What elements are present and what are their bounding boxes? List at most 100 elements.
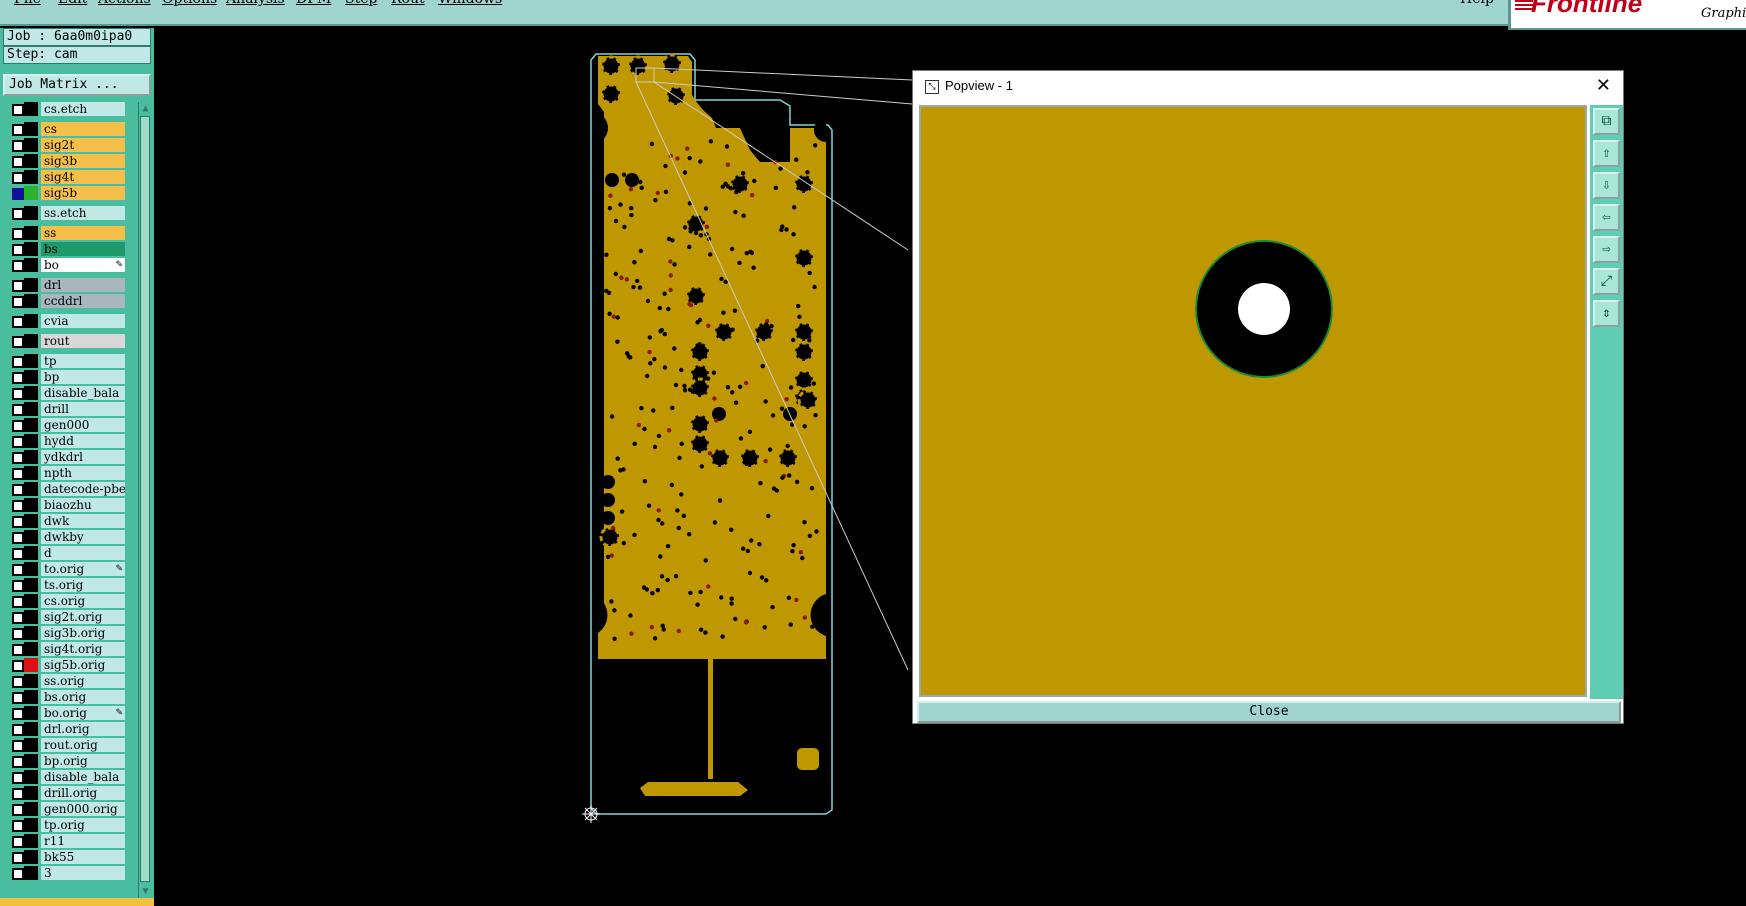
via-dot <box>605 554 611 560</box>
via-dot <box>668 287 673 293</box>
via-dot <box>764 578 769 583</box>
via-dot <box>649 625 655 630</box>
via-dot <box>697 342 702 347</box>
via-dot <box>618 468 623 473</box>
drill-hole <box>599 526 621 548</box>
via-dot <box>732 308 738 313</box>
via-dot <box>604 288 609 294</box>
via-dot <box>797 314 802 319</box>
zoom-window-icon[interactable]: ⧉ <box>1593 108 1620 135</box>
popview-canvas[interactable] <box>919 105 1587 697</box>
via-dot <box>679 367 684 373</box>
via-dot <box>769 323 774 329</box>
via-dot <box>770 413 776 418</box>
large-pad <box>712 407 726 421</box>
via-dot <box>668 259 673 264</box>
fit-all-icon[interactable]: ⤢ <box>1593 268 1620 295</box>
popview-titlebar[interactable]: ⤡ Popview - 1 ✕ <box>913 71 1623 103</box>
drill-hole <box>793 369 815 391</box>
large-pad <box>601 475 615 489</box>
large-pad <box>601 493 615 507</box>
via-dot <box>738 436 744 441</box>
via-dot <box>621 541 627 546</box>
via-dot <box>665 577 670 583</box>
via-dot <box>612 636 617 641</box>
via-dot <box>663 189 669 194</box>
drill-hole <box>793 321 815 343</box>
via-dot <box>650 591 655 596</box>
drill-hole <box>600 55 622 77</box>
via-dot <box>670 238 675 243</box>
via-dot <box>712 396 717 401</box>
close-icon[interactable]: ✕ <box>1596 75 1611 96</box>
via-dot <box>662 365 668 370</box>
move-left-icon[interactable]: ⇦ <box>1593 204 1620 231</box>
via-dot <box>662 331 667 337</box>
via-dot <box>682 225 688 230</box>
via-dot <box>613 218 619 224</box>
via-dot <box>730 327 735 332</box>
move-right-icon[interactable]: ⇨ <box>1593 236 1620 263</box>
via-dot <box>635 278 640 284</box>
via-dot <box>725 385 731 390</box>
via-dot <box>652 357 657 362</box>
via-dot <box>784 227 789 232</box>
via-dot <box>788 385 794 390</box>
drill-hole <box>689 413 711 435</box>
via-dot <box>624 277 629 282</box>
via-dot <box>607 206 613 211</box>
via-dot <box>779 406 785 411</box>
via-dot <box>703 558 708 563</box>
drill-hole <box>777 447 799 469</box>
via-dot <box>805 170 810 175</box>
fit-profile-icon[interactable]: ⇕ <box>1593 300 1620 327</box>
via-dot <box>791 543 796 548</box>
via-dot <box>649 141 655 147</box>
via-dot <box>637 285 643 290</box>
via-dot <box>758 481 763 486</box>
via-dot <box>645 373 650 379</box>
via-dot <box>712 520 718 525</box>
drill-hole <box>793 173 815 195</box>
via-dot <box>763 399 768 404</box>
move-up-icon[interactable]: ⇧ <box>1593 140 1620 167</box>
via-dot <box>688 229 693 234</box>
via-dot <box>638 248 643 254</box>
via-dot <box>646 503 652 508</box>
via-dot <box>676 525 681 531</box>
via-dot <box>733 209 738 215</box>
via-dot <box>687 301 692 307</box>
drill-hole <box>689 377 711 399</box>
via-dot <box>699 627 704 632</box>
move-down-icon[interactable]: ⇩ <box>1593 172 1620 199</box>
via-dot <box>766 513 771 519</box>
via-dot <box>725 162 731 167</box>
via-dot <box>720 634 725 639</box>
via-dot <box>653 198 658 203</box>
via-dot <box>749 538 754 543</box>
popview-title: Popview - 1 <box>945 78 1013 93</box>
popview-close-button[interactable]: Close <box>917 701 1621 723</box>
via-dot <box>708 139 714 144</box>
via-dot <box>794 597 799 603</box>
via-dot <box>675 156 680 161</box>
via-dot <box>673 574 679 579</box>
via-dot <box>615 339 620 344</box>
via-dot <box>794 479 800 485</box>
via-dot <box>757 542 762 547</box>
via-dot <box>741 213 746 218</box>
via-dot <box>729 596 734 601</box>
large-pad <box>601 511 615 525</box>
via-dot <box>759 575 765 580</box>
via-dot <box>714 418 719 423</box>
via-dot <box>656 433 662 439</box>
via-dot <box>609 414 615 419</box>
drill-hole <box>661 53 683 75</box>
via-dot <box>790 549 795 554</box>
via-dot <box>658 554 663 559</box>
drill-hole <box>739 447 761 469</box>
via-dot <box>618 202 623 207</box>
via-dot <box>675 508 680 513</box>
via-dot <box>704 224 710 229</box>
via-dot <box>703 630 708 635</box>
